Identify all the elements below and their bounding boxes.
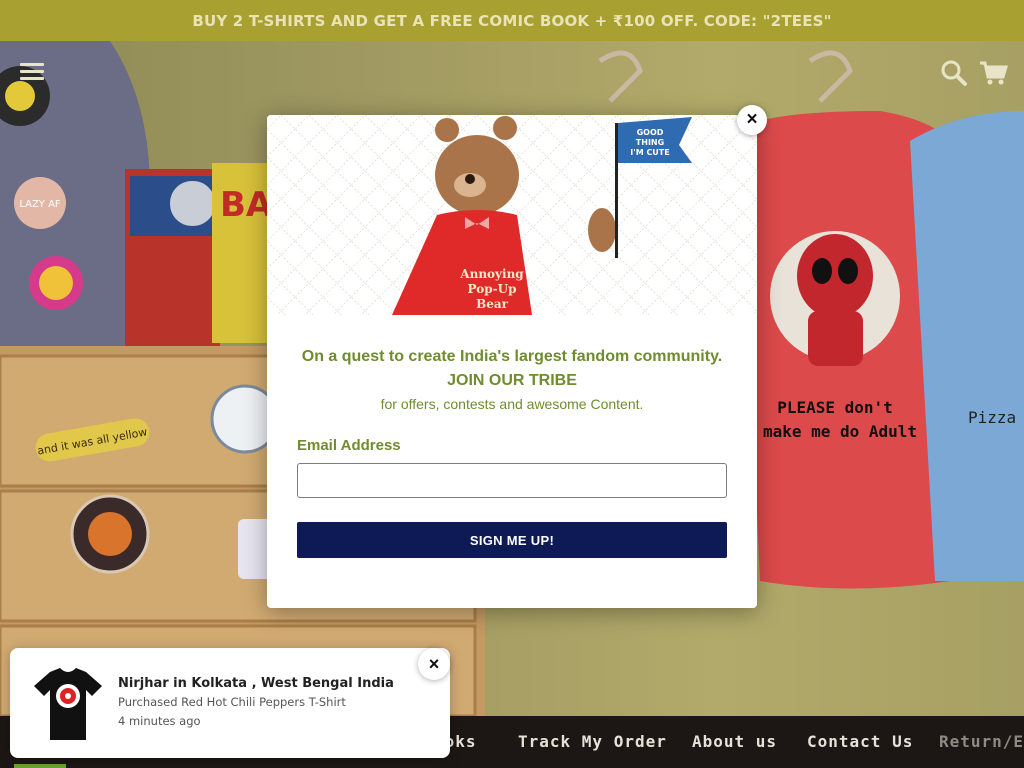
email-label: Email Address [297, 437, 401, 454]
svg-text:make me do Adult: make me do Adult [763, 422, 917, 441]
svg-text:THING: THING [636, 138, 664, 147]
promo-text: BUY 2 T-SHIRTS AND GET A FREE COMIC BOOK… [192, 11, 832, 30]
email-field[interactable] [297, 463, 727, 498]
popup-headline-text: On a quest to create India's largest fan… [301, 348, 723, 365]
nav-item-track-order[interactable]: Track My Order [518, 732, 667, 751]
nav-item-contact-us[interactable]: Contact Us [807, 732, 913, 751]
nav-item-about-us[interactable]: About us [692, 732, 777, 751]
recent-purchase-notification[interactable]: Nirjhar in Kolkata , West Bengal India P… [10, 648, 450, 758]
search-icon[interactable] [940, 59, 968, 87]
svg-text:I'M CUTE: I'M CUTE [630, 148, 669, 157]
cart-icon[interactable] [978, 59, 1008, 87]
product-thumbnail [34, 668, 102, 740]
buyer-location: Nirjhar in Kolkata , West Bengal India [118, 676, 394, 691]
notification-close-icon[interactable]: × [418, 648, 450, 680]
popup-headline: On a quest to create India's largest fan… [267, 345, 757, 393]
svg-text:BA: BA [220, 185, 273, 225]
popup-bear-illustration: GOOD THING I'M CUTE Annoying Pop-Up Bear [267, 115, 757, 315]
popup-subtext: for offers, contests and awesome Content… [380, 396, 644, 412]
purchase-time: 4 minutes ago [118, 714, 201, 728]
svg-text:Pop-Up: Pop-Up [468, 282, 517, 296]
nav-item-return-exchange[interactable]: Return/E [939, 732, 1024, 751]
newsletter-popup: GOOD THING I'M CUTE Annoying Pop-Up Bear… [267, 115, 757, 608]
nav-accent-bar [14, 764, 66, 768]
menu-icon[interactable] [20, 63, 44, 81]
close-icon[interactable]: × [737, 105, 767, 135]
svg-text:Pizza: Pizza [968, 408, 1016, 427]
sign-up-button[interactable]: SIGN ME UP! [297, 522, 727, 558]
svg-text:LAZY AF: LAZY AF [19, 199, 61, 210]
svg-text:Bear: Bear [476, 297, 509, 311]
purchased-product: Purchased Red Hot Chili Peppers T-Shirt [118, 695, 346, 709]
svg-text:GOOD: GOOD [637, 128, 664, 137]
svg-text:Annoying: Annoying [459, 267, 524, 281]
svg-text:PLEASE don't: PLEASE don't [777, 398, 893, 417]
promo-banner[interactable]: BUY 2 T-SHIRTS AND GET A FREE COMIC BOOK… [0, 0, 1024, 41]
popup-tribe-text: JOIN OUR TRIBE [447, 372, 577, 389]
